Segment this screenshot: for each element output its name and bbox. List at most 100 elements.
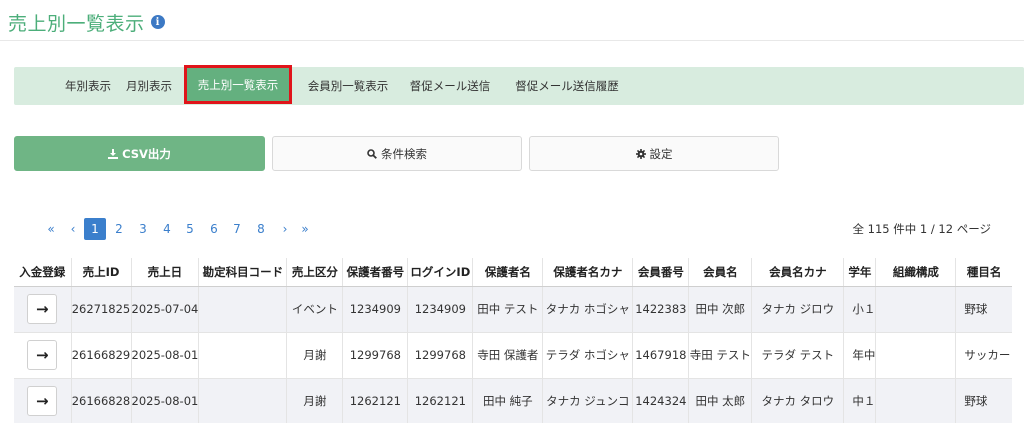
cell-account-code — [198, 377, 287, 423]
cell-organization — [875, 285, 956, 332]
page-6[interactable]: 6 — [207, 218, 221, 240]
table-row: → 26166829 2025-08-01 月謝 1299768 1299768… — [14, 331, 1012, 378]
pagination: « ‹ 1 2 3 4 5 6 7 8 › » — [0, 218, 400, 240]
cell-sales-date: 2025-07-04 — [130, 285, 199, 332]
page-next[interactable]: › — [278, 218, 292, 240]
table-row: → 26271825 2025-07-04 イベント 1234909 12349… — [14, 285, 1012, 332]
cell-guardian-name: 田中 純子 — [472, 377, 543, 423]
row-action-cell: → — [14, 331, 71, 378]
cell-sport: 野球 — [955, 377, 1012, 423]
tab-member-list[interactable]: 会員別一覧表示 — [302, 67, 394, 105]
arrow-right-icon[interactable]: → — [27, 294, 58, 324]
cell-sales-type: イベント — [286, 285, 343, 332]
cell-guardian-number: 1262121 — [342, 377, 408, 423]
cell-guardian-name: 田中 テスト — [472, 285, 543, 332]
col-grade: 学年 — [843, 258, 876, 287]
page-1[interactable]: 1 — [84, 218, 106, 240]
cell-sales-id: 26166829 — [70, 331, 131, 378]
arrow-right-icon[interactable]: → — [27, 386, 58, 417]
cell-grade: 年中 — [843, 331, 876, 378]
col-sales-id: 売上ID — [70, 258, 131, 287]
cell-member-kana: タナカ ジロウ — [751, 285, 844, 332]
col-member-kana: 会員名カナ — [751, 258, 844, 287]
cell-guardian-number: 1234909 — [342, 285, 408, 332]
cell-guardian-name: 寺田 保護者 — [472, 331, 543, 378]
cell-grade: 中１ — [843, 377, 876, 423]
table-header-row: 入金登録 売上ID 売上日 勘定科目コード 売上区分 保護者番号 ログインID … — [14, 258, 1012, 287]
page-first[interactable]: « — [44, 218, 58, 240]
cell-account-code — [198, 331, 287, 378]
col-member-name: 会員名 — [688, 258, 752, 287]
col-organization: 組織構成 — [875, 258, 956, 287]
settings-button[interactable]: 設定 — [529, 136, 779, 171]
cell-member-kana: テラダ テスト — [751, 331, 844, 378]
page-5[interactable]: 5 — [183, 218, 197, 240]
cell-guardian-kana: タナカ ホゴシャ — [542, 285, 633, 332]
cell-sport: 野球 — [955, 285, 1012, 332]
tab-reminder-history[interactable]: 督促メール送信履歴 — [508, 67, 626, 105]
page-last[interactable]: » — [298, 218, 312, 240]
cell-member-kana: タナカ タロウ — [751, 377, 844, 423]
cell-sales-type: 月謝 — [286, 377, 343, 423]
cell-sport: サッカー — [955, 331, 1012, 378]
row-action-cell: → — [14, 377, 71, 423]
page-2[interactable]: 2 — [112, 218, 126, 240]
cell-grade: 小１ — [843, 285, 876, 332]
tab-bar: 年別表示 月別表示 売上別一覧表示 会員別一覧表示 督促メール送信 督促メール送… — [14, 65, 1024, 105]
col-payment-register: 入金登録 — [14, 258, 71, 287]
cell-organization — [875, 377, 956, 423]
cell-login-id: 1299768 — [407, 331, 473, 378]
condition-search-label: 条件検索 — [381, 146, 427, 161]
cell-sales-date: 2025-08-01 — [130, 331, 199, 378]
csv-export-button[interactable]: CSV出力 — [14, 136, 265, 171]
page-8[interactable]: 8 — [254, 218, 268, 240]
page-7[interactable]: 7 — [230, 218, 244, 240]
table-row: → 26166828 2025-08-01 月謝 1262121 1262121… — [14, 377, 1012, 423]
cell-login-id: 1262121 — [407, 377, 473, 423]
tab-monthly[interactable]: 月別表示 — [114, 67, 184, 105]
cell-member-name: 田中 太郎 — [688, 377, 752, 423]
page-3[interactable]: 3 — [136, 218, 150, 240]
gear-icon — [635, 148, 646, 159]
cell-member-name: 田中 次郎 — [688, 285, 752, 332]
col-guardian-number: 保護者番号 — [342, 258, 408, 287]
cell-sales-type: 月謝 — [286, 331, 343, 378]
cell-guardian-kana: テラダ ホゴシャ — [542, 331, 633, 378]
csv-export-label: CSV出力 — [122, 146, 171, 161]
page-title: 売上別一覧表示 — [8, 12, 145, 35]
cell-member-number: 1424324 — [632, 377, 689, 423]
download-icon — [108, 148, 119, 159]
col-guardian-kana: 保護者名カナ — [542, 258, 633, 287]
cell-sales-date: 2025-08-01 — [130, 377, 199, 423]
col-sales-type: 売上区分 — [286, 258, 343, 287]
page-title-area: 売上別一覧表示 i — [8, 9, 165, 35]
col-account-code: 勘定科目コード — [198, 258, 287, 287]
cell-organization — [875, 331, 956, 378]
col-sales-date: 売上日 — [130, 258, 199, 287]
cell-member-name: 寺田 テスト — [688, 331, 752, 378]
page-summary: 全 115 件中 1 / 12 ページ — [852, 222, 991, 236]
cell-member-number: 1422383 — [632, 285, 689, 332]
title-divider — [0, 40, 1024, 41]
page-4[interactable]: 4 — [160, 218, 174, 240]
condition-search-button[interactable]: 条件検索 — [272, 136, 522, 171]
col-member-number: 会員番号 — [632, 258, 689, 287]
cell-sales-id: 26271825 — [70, 285, 131, 332]
col-sport: 種目名 — [955, 258, 1012, 287]
settings-label: 設定 — [649, 146, 673, 161]
cell-login-id: 1234909 — [407, 285, 473, 332]
cell-member-number: 1467918 — [632, 331, 689, 378]
tab-sales-list[interactable]: 売上別一覧表示 — [184, 65, 292, 104]
sales-table: 入金登録 売上ID 売上日 勘定科目コード 売上区分 保護者番号 ログインID … — [14, 258, 1012, 423]
col-guardian-name: 保護者名 — [472, 258, 543, 287]
arrow-right-icon[interactable]: → — [27, 340, 58, 370]
cell-sales-id: 26166828 — [70, 377, 131, 423]
cell-account-code — [198, 285, 287, 332]
cell-guardian-number: 1299768 — [342, 331, 408, 378]
cell-guardian-kana: タナカ ジュンコ — [542, 377, 633, 423]
info-circle-icon[interactable]: i — [150, 15, 165, 29]
page-prev[interactable]: ‹ — [66, 218, 80, 240]
row-action-cell: → — [14, 285, 71, 332]
col-login-id: ログインID — [407, 258, 473, 287]
tab-reminder-mail[interactable]: 督促メール送信 — [406, 67, 494, 105]
